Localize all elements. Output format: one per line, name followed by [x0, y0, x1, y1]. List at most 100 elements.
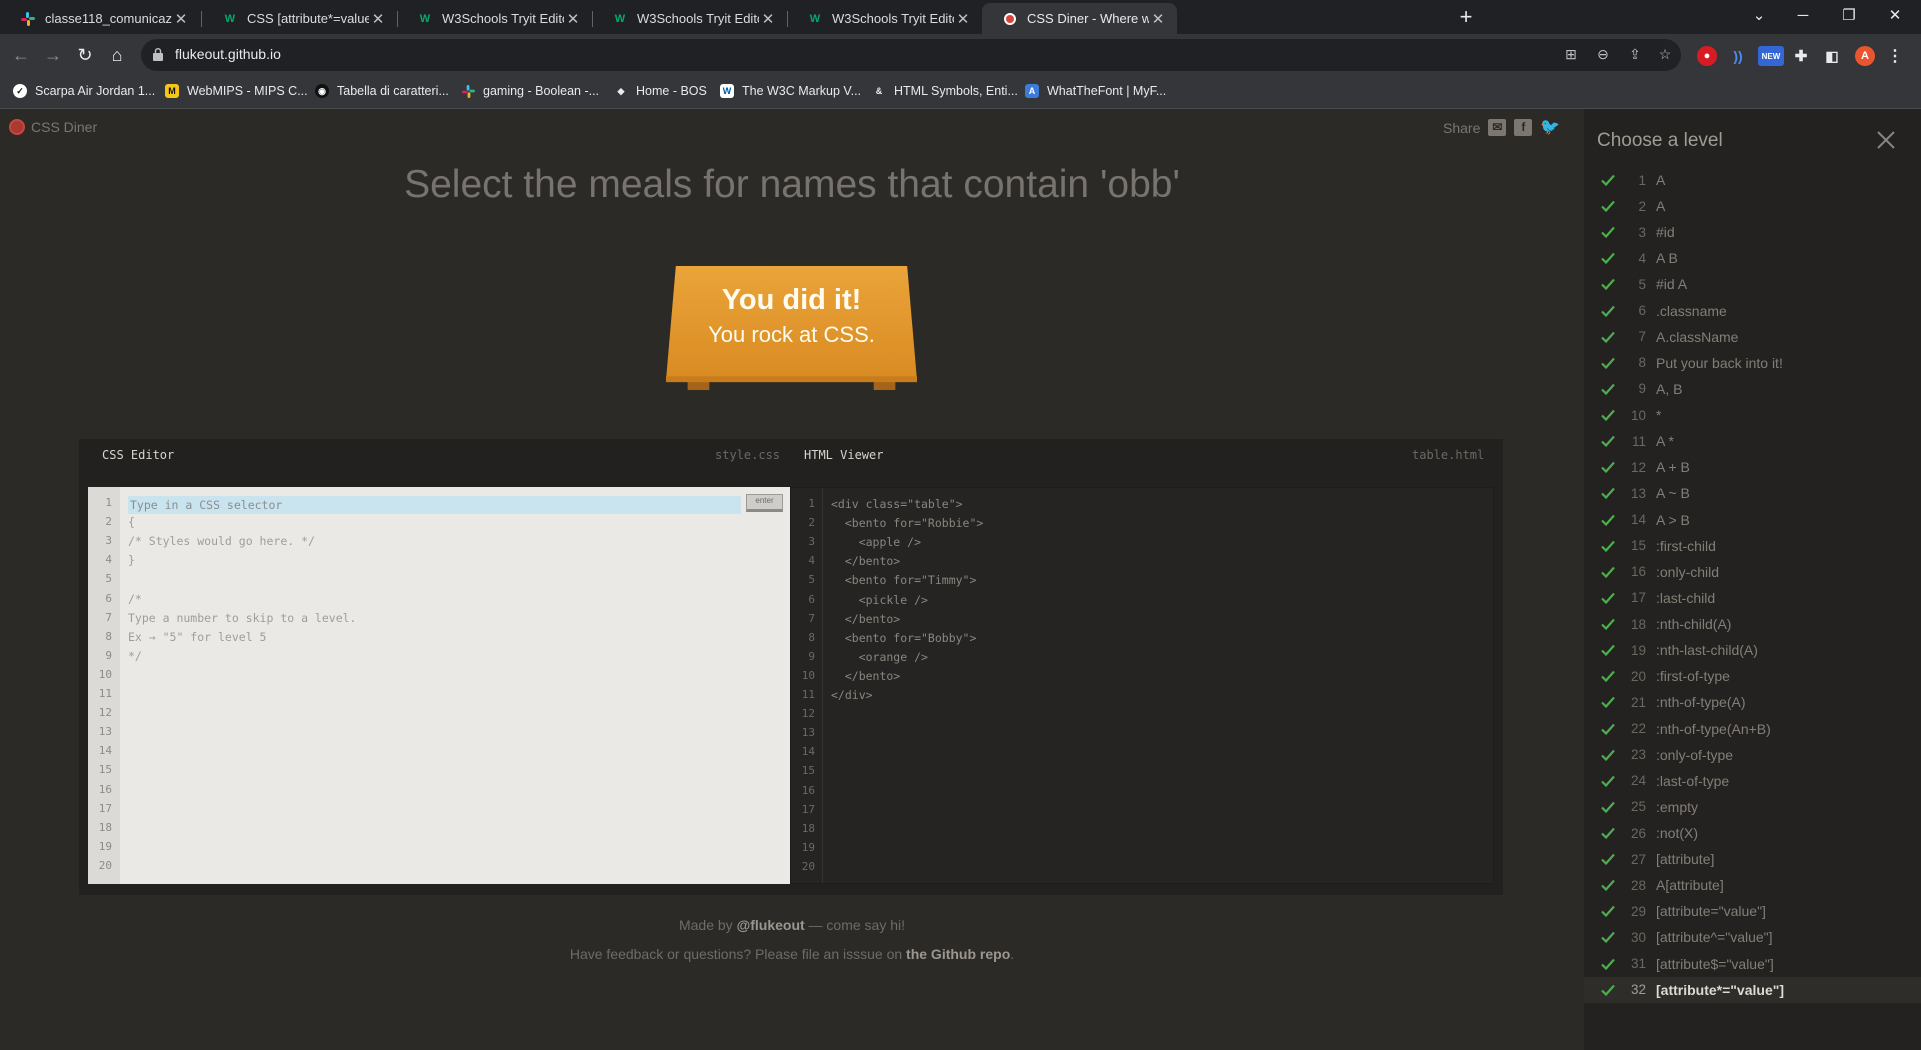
translate-icon[interactable]: ⊞	[1561, 46, 1581, 63]
bookmark-item[interactable]: ◉ Tabella di caratteri...	[315, 84, 449, 98]
level-item[interactable]: 21:nth-of-type(A)	[1584, 689, 1921, 715]
level-item[interactable]: 7 A.className	[1584, 324, 1921, 350]
tab-css-attribute[interactable]: W CSS [attribute*=value] Selector ✕	[202, 3, 397, 34]
html-code-line[interactable]: <pickle />	[831, 593, 928, 607]
bookmark-item[interactable]: ✓ Scarpa Air Jordan 1...	[13, 84, 155, 98]
twitter-icon[interactable]: 🐦	[1540, 119, 1560, 136]
bookmark-item[interactable]: gaming - Boolean -...	[461, 84, 599, 98]
menu-kebab-icon[interactable]: ⋮	[1885, 46, 1905, 66]
level-item[interactable]: 32 [attribute*="value"]	[1584, 976, 1921, 1003]
window-close-icon[interactable]: ✕	[1880, 4, 1910, 28]
html-code-line[interactable]: <bento for="Bobby">	[831, 631, 977, 645]
minimize-icon[interactable]: ─	[1788, 4, 1818, 28]
home-icon[interactable]: ⌂	[103, 41, 131, 69]
bookmark-item[interactable]: & HTML Symbols, Enti...	[872, 84, 1018, 98]
level-item[interactable]: 30 [attribute^="value"]	[1584, 924, 1921, 950]
close-icon[interactable]: ✕	[369, 10, 387, 28]
bookmark-item[interactable]: ◆ Home - BOS	[614, 84, 707, 98]
level-item[interactable]: 18:nth-child(A)	[1584, 611, 1921, 637]
level-item[interactable]: 28 A[attribute]	[1584, 872, 1921, 898]
sidebar-title: Choose a level	[1597, 130, 1723, 151]
level-item[interactable]: 20:first-of-type	[1584, 663, 1921, 689]
tab-search-icon[interactable]: ⌄	[1744, 4, 1774, 28]
checkmark-icon	[1601, 488, 1615, 500]
back-icon[interactable]: ←	[7, 41, 35, 69]
flukeout-link[interactable]: @flukeout	[737, 917, 805, 933]
close-icon[interactable]: ✕	[759, 10, 777, 28]
html-code-line[interactable]: <bento for="Robbie">	[831, 516, 983, 530]
tab-tryit-1[interactable]: W W3Schools Tryit Editor ✕	[397, 3, 592, 34]
close-icon[interactable]	[1874, 128, 1898, 152]
html-code-line[interactable]: </bento>	[831, 612, 900, 626]
close-icon[interactable]: ✕	[172, 10, 190, 28]
level-item[interactable]: 24:last-of-type	[1584, 768, 1921, 794]
level-item[interactable]: 12 A + B	[1584, 454, 1921, 480]
zoom-icon[interactable]: ⊖	[1593, 46, 1613, 63]
tab-tryit-2[interactable]: W W3Schools Tryit Editor ✕	[592, 3, 787, 34]
css-selector-input[interactable]	[128, 496, 741, 514]
level-item[interactable]: 15:first-child	[1584, 533, 1921, 559]
email-icon[interactable]: ✉	[1488, 119, 1507, 136]
address-bar[interactable]: flukeout.github.io ⊞ ⊖ ⇪ ☆	[141, 39, 1681, 71]
level-item[interactable]: 3 #id	[1584, 219, 1921, 245]
level-item[interactable]: 11 A *	[1584, 428, 1921, 454]
level-item[interactable]: 22:nth-of-type(An+B)	[1584, 716, 1921, 742]
html-code-line[interactable]: <div class="table">	[831, 497, 963, 511]
html-code-line[interactable]: <orange />	[831, 650, 928, 664]
level-item[interactable]: 10 *	[1584, 402, 1921, 428]
close-icon[interactable]: ✕	[954, 10, 972, 28]
level-item[interactable]: 6 .classname	[1584, 298, 1921, 324]
level-item[interactable]: 1A	[1584, 167, 1921, 193]
html-code-line[interactable]: <apple />	[831, 535, 921, 549]
restore-icon[interactable]: ❐	[1834, 4, 1864, 28]
level-item[interactable]: 13 A ~ B	[1584, 480, 1921, 506]
tab-tryit-3[interactable]: W W3Schools Tryit Editor ✕	[787, 3, 982, 34]
github-repo-link[interactable]: the Github repo	[906, 946, 1010, 962]
level-number: 10	[1630, 407, 1646, 423]
level-number: 14	[1630, 512, 1646, 528]
level-item[interactable]: 27 [attribute]	[1584, 846, 1921, 872]
reload-icon[interactable]: ↻	[71, 41, 99, 69]
bookmark-item[interactable]: M WebMIPS - MIPS C...	[165, 84, 308, 98]
html-code-line[interactable]: </bento>	[831, 554, 900, 568]
tab-slack[interactable]: classe118_comunicazioni - Boole ✕	[0, 3, 200, 34]
level-number: 29	[1630, 903, 1646, 919]
side-panel-icon[interactable]: ◧	[1822, 46, 1842, 66]
level-item[interactable]: 4 A B	[1584, 245, 1921, 271]
level-item[interactable]: 25:empty	[1584, 794, 1921, 820]
site-logo[interactable]: CSS Diner	[9, 119, 97, 135]
bookmark-item[interactable]: W The W3C Markup V...	[720, 84, 861, 98]
html-code-line[interactable]: </div>	[831, 688, 873, 702]
level-item[interactable]: 26:not(X)	[1584, 820, 1921, 846]
level-item[interactable]: 8 Put your back into it!	[1584, 350, 1921, 376]
html-code-line[interactable]: </bento>	[831, 669, 900, 683]
forward-icon[interactable]: →	[39, 41, 67, 69]
enter-button[interactable]: enter	[746, 494, 783, 512]
level-item[interactable]: 14 A > B	[1584, 507, 1921, 533]
level-number: 20	[1630, 668, 1646, 684]
html-code-line[interactable]: <bento for="Timmy">	[831, 573, 977, 587]
level-item[interactable]: 16:only-child	[1584, 559, 1921, 585]
extension-signal-icon[interactable]: ))	[1728, 46, 1748, 66]
bookmark-star-icon[interactable]: ☆	[1655, 46, 1675, 63]
close-icon[interactable]: ✕	[1149, 10, 1167, 28]
facebook-icon[interactable]: f	[1514, 119, 1533, 136]
bookmark-item[interactable]: A WhatTheFont | MyF...	[1025, 84, 1166, 98]
extensions-puzzle-icon[interactable]: ✚	[1791, 46, 1811, 66]
level-item[interactable]: 2A	[1584, 193, 1921, 219]
level-item[interactable]: 19:nth-last-child(A)	[1584, 637, 1921, 663]
footer-feedback: Have feedback or questions? Please file …	[569, 946, 1015, 962]
tab-css-diner[interactable]: CSS Diner - Where we feast on C ✕	[982, 3, 1177, 34]
new-tab-button[interactable]: +	[1453, 5, 1479, 31]
close-icon[interactable]: ✕	[564, 10, 582, 28]
extension-red-icon[interactable]: ●	[1697, 46, 1717, 66]
level-item[interactable]: 29 [attribute="value"]	[1584, 898, 1921, 924]
level-item[interactable]: 5 #id A	[1584, 271, 1921, 297]
level-item[interactable]: 17:last-child	[1584, 585, 1921, 611]
level-item[interactable]: 23:only-of-type	[1584, 742, 1921, 768]
share-page-icon[interactable]: ⇪	[1625, 46, 1645, 63]
level-item[interactable]: 9 A, B	[1584, 376, 1921, 402]
profile-avatar[interactable]: A	[1855, 46, 1875, 66]
extension-new-icon[interactable]: NEW	[1758, 46, 1784, 66]
level-item[interactable]: 31 [attribute$="value"]	[1584, 951, 1921, 977]
